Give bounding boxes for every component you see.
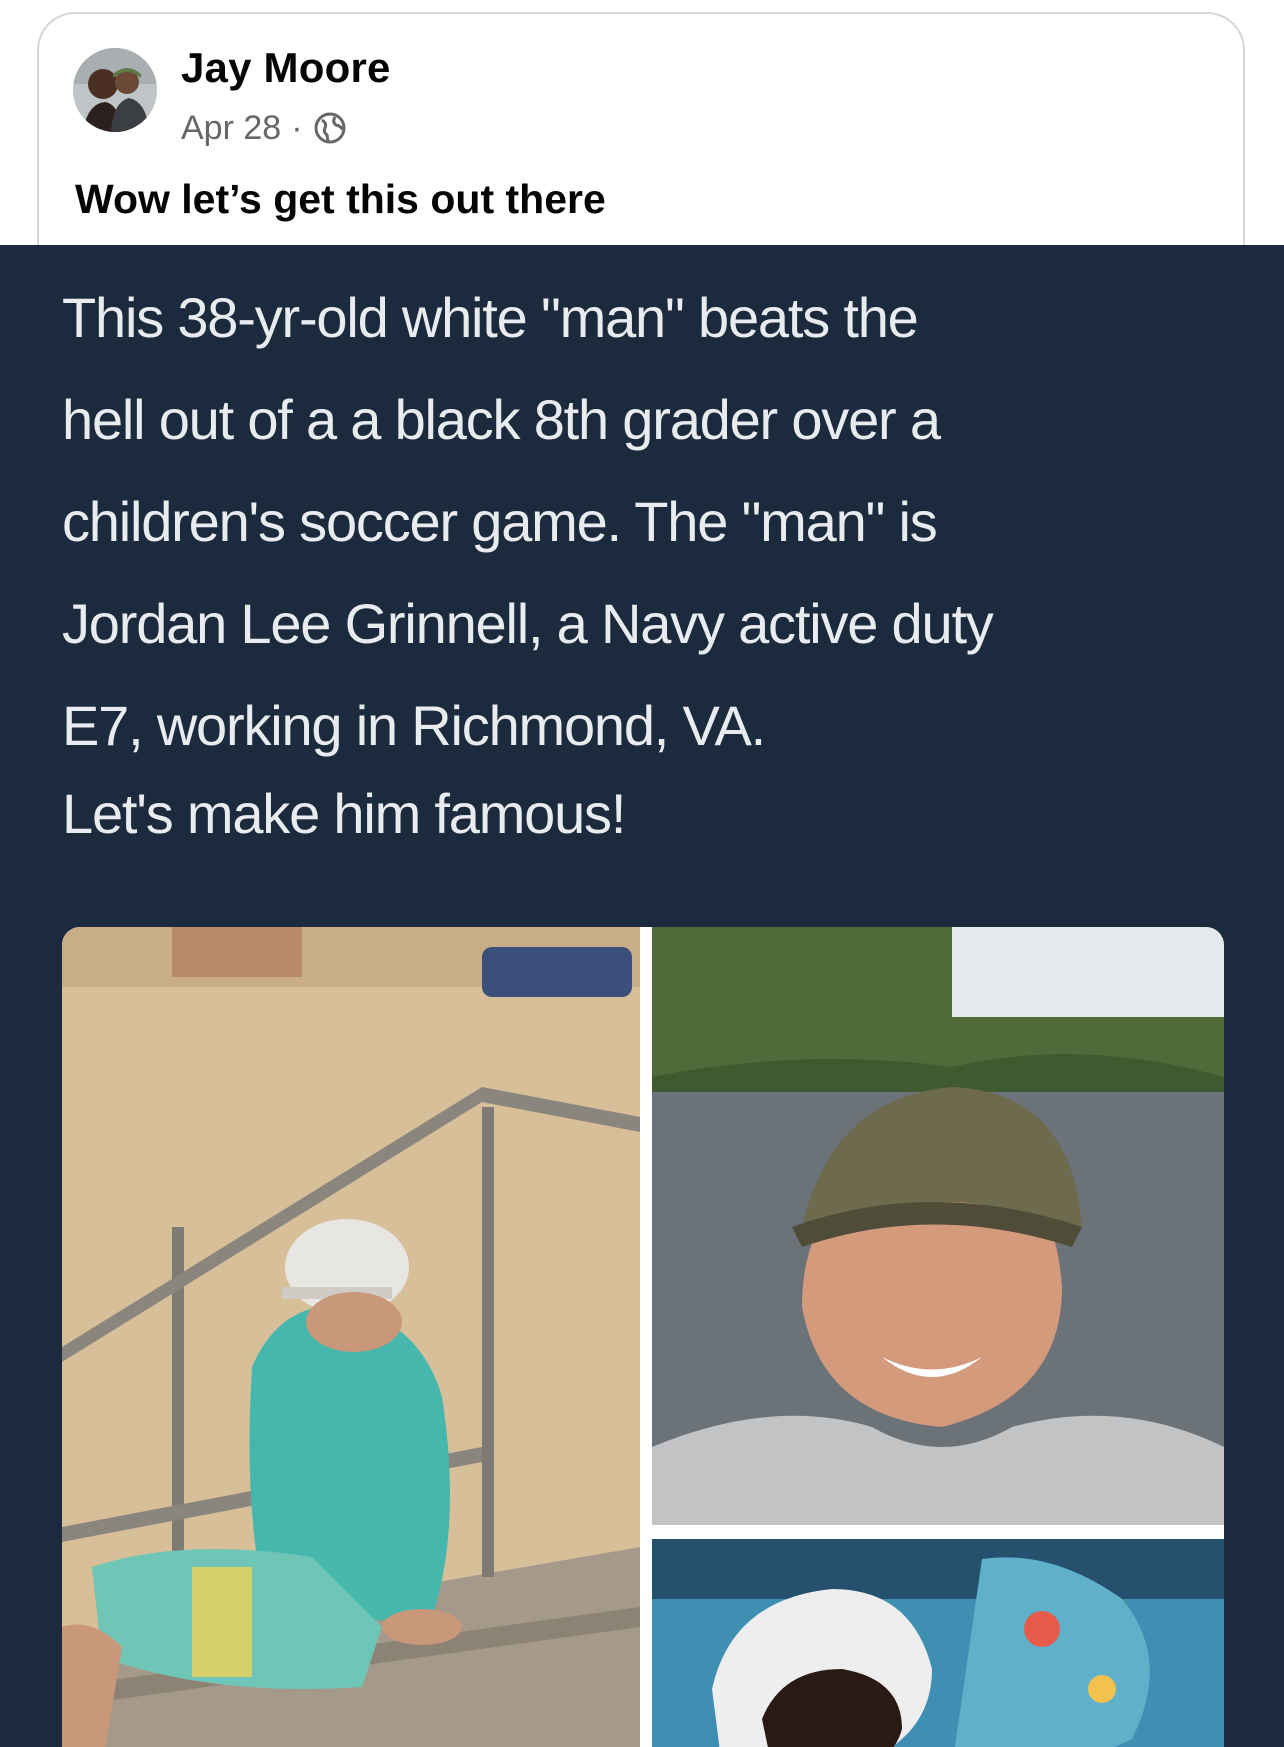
meta-separator: · (291, 108, 303, 147)
post-meta: Apr 28 · (181, 106, 347, 150)
post-date[interactable]: Apr 28 (181, 109, 281, 148)
tweet-text: This 38-yr-old white "man" beats the hel… (62, 267, 1222, 777)
tweet-line: children's soccer game. The "man" is (62, 490, 938, 553)
tweet-callout: Let's make him famous! (62, 782, 626, 845)
man-on-beach-steps-photo (62, 927, 640, 1747)
page: Jay Moore Apr 28 · Wow let’s get this ou… (0, 0, 1284, 1747)
facebook-post-card: Jay Moore Apr 28 · Wow let’s get this ou… (37, 12, 1245, 272)
shared-image[interactable]: This 38-yr-old white "man" beats the hel… (0, 245, 1284, 1747)
man-in-cap-selfie-photo (652, 927, 1224, 1525)
tweet-line: E7, working in Richmond, VA. (62, 694, 766, 757)
tweet-line: hell out of a a black 8th grader over a (62, 388, 941, 451)
tweet-line: Jordan Lee Grinnell, a Navy active duty (62, 592, 994, 655)
avatar[interactable] (73, 48, 157, 132)
globe-icon (313, 111, 347, 145)
tweet-line: This 38-yr-old white "man" beats the (62, 286, 919, 349)
photo-collage (62, 927, 1224, 1747)
injured-boy-photo (652, 1539, 1224, 1747)
post-text: Wow let’s get this out there (75, 176, 606, 222)
author-name[interactable]: Jay Moore (181, 44, 391, 92)
